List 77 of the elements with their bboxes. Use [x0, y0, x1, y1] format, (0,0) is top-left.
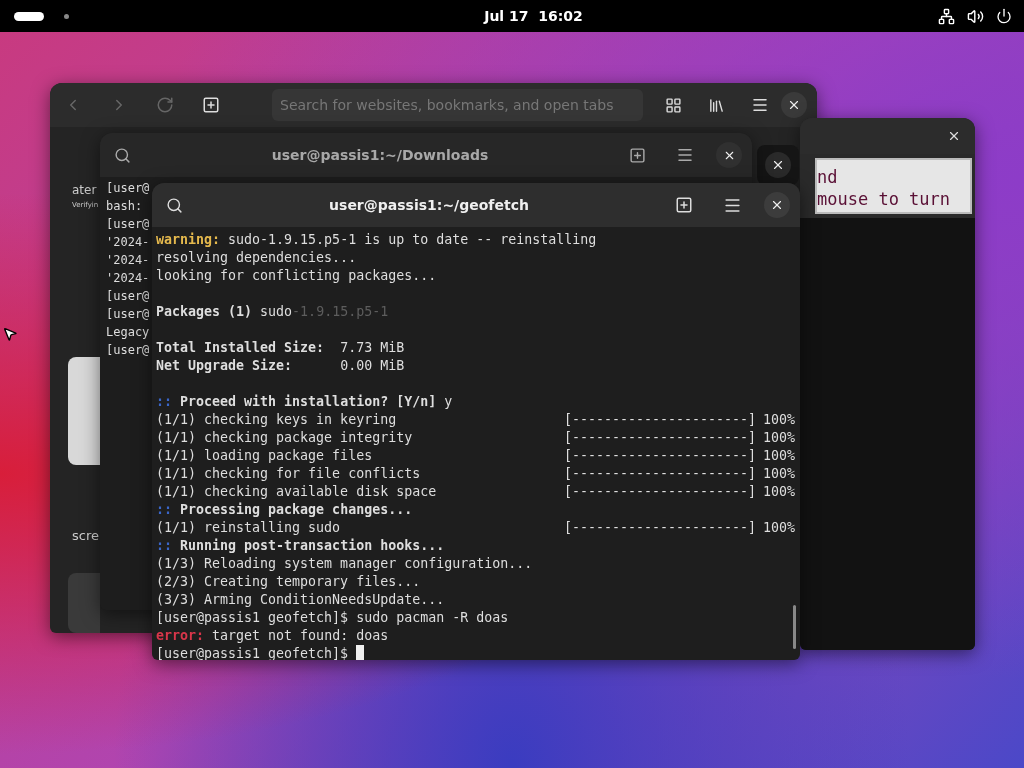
- terminal-line: error: target not found: doas: [156, 627, 390, 645]
- sidebar-text: ater: [72, 183, 97, 197]
- sidebar-text: scre: [72, 528, 99, 543]
- terminal-line: Total Installed Size: 7.73 MiB: [156, 339, 406, 357]
- percent-text: 100%: [763, 465, 796, 483]
- close-icon: [770, 198, 784, 212]
- text-cursor: [356, 645, 365, 660]
- close-icon: [787, 98, 801, 112]
- terminal-line: [user@: [106, 306, 150, 323]
- percent-text: 100%: [763, 483, 796, 501]
- terminal-line: (1/1) loading package files: [156, 447, 374, 465]
- menu-icon: [751, 96, 769, 114]
- terminal-line: [user@passis1 geofetch]$: [156, 646, 350, 660]
- progress-bar-text: [----------------------]: [564, 465, 758, 483]
- search-icon: [166, 196, 183, 214]
- close-button[interactable]: [716, 142, 742, 168]
- close-button[interactable]: [765, 152, 791, 178]
- search-icon: [114, 146, 131, 164]
- terminal-line: (1/1) checking available disk space: [156, 483, 438, 501]
- power-icon[interactable]: [996, 8, 1012, 24]
- search-field[interactable]: Search for websites, bookmarks, and open tabs: [272, 89, 643, 121]
- workspace-dot: [64, 13, 69, 19]
- terminal-line: [user@: [106, 342, 150, 359]
- progress-bar-text: [----------------------]: [564, 411, 758, 429]
- chat-text: nd: [817, 166, 839, 188]
- terminal-line: bash:: [106, 198, 143, 215]
- progress-bar-text: [----------------------]: [564, 483, 758, 501]
- window-title: user@passis1:~/Downloads: [270, 147, 490, 163]
- terminal-line: (1/1) checking package integrity: [156, 429, 414, 447]
- terminal-line: Legacy: [106, 324, 150, 341]
- plus-square-icon: [675, 196, 693, 214]
- terminal-line: Net Upgrade Size: 0.00 MiB: [156, 357, 406, 375]
- close-button[interactable]: [764, 192, 790, 218]
- scrollbar: [793, 605, 796, 649]
- close-icon: [947, 129, 961, 143]
- terminal-line: (1/1) reinstalling sudo: [156, 519, 342, 537]
- activities-button[interactable]: [14, 11, 44, 21]
- close-button[interactable]: [781, 92, 807, 118]
- progress-bar-text: [----------------------]: [564, 429, 758, 447]
- terminal-line: :: Proceed with installation? [Y/n] y: [156, 393, 454, 411]
- window-title: user@passis1:~/geofetch: [328, 197, 530, 213]
- plus-square-icon: [629, 146, 646, 164]
- terminal-line: :: Processing package changes...: [156, 501, 414, 519]
- percent-text: 100%: [763, 411, 796, 429]
- terminal-line: (2/3) Creating temporary files...: [156, 573, 422, 591]
- percent-text: 100%: [763, 447, 796, 465]
- reload-icon: [156, 96, 174, 114]
- plus-square-icon: [202, 96, 220, 114]
- terminal-line: [user@passis1 geofetch]$ sudo pacman -R doas: [156, 609, 510, 627]
- progress-bar-text: [----------------------]: [564, 519, 758, 537]
- terminal-line: warning: sudo-1.9.15.p5-1 is up to date -- reinstalling: [156, 231, 598, 249]
- card-thumbnail: [68, 573, 100, 633]
- percent-text: 100%: [763, 519, 796, 537]
- clock-text[interactable]: Jul 17 16:02: [484, 8, 583, 24]
- grid-icon: [665, 96, 682, 114]
- close-icon: [771, 158, 785, 172]
- library-icon: [708, 96, 725, 114]
- percent-text: 100%: [763, 429, 796, 447]
- terminal-line: '2024-: [106, 252, 150, 269]
- terminal-line: [user@: [106, 288, 150, 305]
- volume-icon[interactable]: [967, 7, 984, 25]
- terminal-line: (1/1) checking for file conflicts: [156, 465, 422, 483]
- terminal-line: Packages (1) sudo-1.9.15.p5-1: [156, 303, 390, 321]
- progress-bar-text: [----------------------]: [564, 447, 758, 465]
- terminal-line: [user@: [106, 216, 150, 233]
- chat-text: mouse to turn: [817, 188, 952, 210]
- terminal-line: '2024-: [106, 234, 150, 251]
- menu-icon: [676, 146, 694, 164]
- terminal-line: [user@: [106, 180, 150, 197]
- terminal-line: (1/1) checking keys in keyring: [156, 411, 398, 429]
- terminal-line: :: Running post-transaction hooks...: [156, 537, 446, 555]
- terminal-line: (1/3) Reloading system manager configuration...: [156, 555, 534, 573]
- terminal-line: '2024-: [106, 270, 150, 287]
- terminal-line: resolving dependencies...: [156, 249, 358, 267]
- network-icon[interactable]: [938, 7, 955, 25]
- terminal-line: (3/3) Arming ConditionNeedsUpdate...: [156, 591, 446, 609]
- terminal-line: looking for conflicting packages...: [156, 267, 438, 285]
